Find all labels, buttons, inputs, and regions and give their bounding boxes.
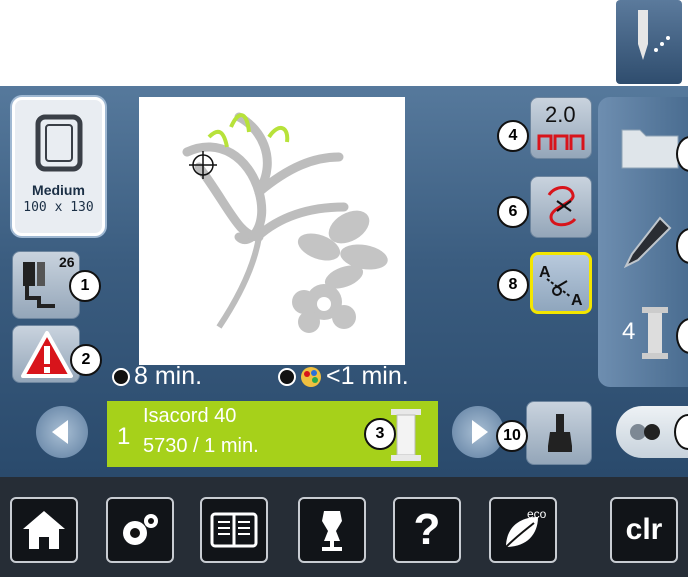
badge-1: 1 [69, 270, 101, 302]
hoop-dimensions: 100 x 130 [23, 200, 94, 215]
hoop-icon [35, 114, 83, 172]
folder-icon[interactable] [620, 122, 680, 175]
eco-button[interactable]: eco [489, 497, 557, 563]
hoop-size-label: Medium [32, 182, 85, 198]
circles-icon [630, 424, 660, 440]
color-brush-button[interactable] [526, 401, 592, 465]
total-time-value: 8 min. [134, 362, 203, 390]
dress-form-icon [322, 511, 342, 551]
presser-foot-icon [23, 262, 55, 308]
creative-consultant-button[interactable] [298, 497, 366, 563]
hoop-selection-button[interactable]: Medium 100 x 130 [12, 97, 105, 236]
clock-icon [112, 367, 130, 386]
stitch-length-value: 2.0 [545, 102, 576, 127]
setup-button[interactable] [106, 497, 174, 563]
warning-button[interactable] [12, 325, 80, 383]
needle-stop-position-icon[interactable] [616, 0, 682, 84]
badge-4: 4 [497, 120, 529, 152]
cut-between-letters-button[interactable]: A A [530, 252, 592, 314]
previous-color-button[interactable] [36, 406, 88, 458]
badge-2: 2 [70, 344, 102, 376]
edit-pencil-icon[interactable] [623, 214, 674, 275]
clock-icon [278, 367, 296, 386]
stitch-length-button[interactable]: 2.0 [530, 97, 592, 159]
gears-icon [123, 514, 158, 545]
thread-brand: Isacord 40 [143, 405, 237, 427]
palette-icon [301, 366, 321, 387]
clear-label: clr [625, 513, 663, 546]
help-button[interactable]: ? [393, 497, 461, 563]
question-icon: ? [413, 505, 441, 554]
badge-10: 10 [496, 420, 528, 452]
tutorial-button[interactable] [200, 497, 268, 563]
thread-index: 1 [117, 423, 131, 450]
jump-stitch-button[interactable] [530, 176, 592, 238]
warning-icon [21, 331, 73, 378]
thread-spool-icon[interactable] [640, 305, 670, 366]
needle-position-value: 4 [622, 318, 636, 345]
home-button[interactable] [10, 497, 78, 563]
svg-text:A: A [539, 264, 551, 281]
home-icon [23, 511, 65, 549]
clear-button[interactable]: clr [610, 497, 678, 563]
svg-text:A: A [571, 292, 583, 309]
basting-stitch-icon [537, 134, 585, 150]
thread-code-time: 5730 / 1 min. [143, 435, 259, 457]
book-icon [210, 512, 258, 548]
badge-8: 8 [497, 269, 529, 301]
color-time-value: <1 min. [326, 362, 409, 390]
letter-cut-icon: A A [539, 264, 583, 309]
arrow-left-icon [52, 420, 68, 444]
color-time: <1 min. [278, 362, 409, 391]
badge-3: 3 [364, 418, 396, 450]
design-preview-canvas[interactable] [139, 97, 405, 365]
jump-stitch-icon [547, 186, 577, 227]
eco-label: eco [527, 507, 547, 521]
badge-6: 6 [497, 196, 529, 228]
presser-foot-number: 26 [59, 254, 75, 270]
total-time: 8 min. [112, 362, 202, 391]
brush-icon [548, 414, 572, 452]
